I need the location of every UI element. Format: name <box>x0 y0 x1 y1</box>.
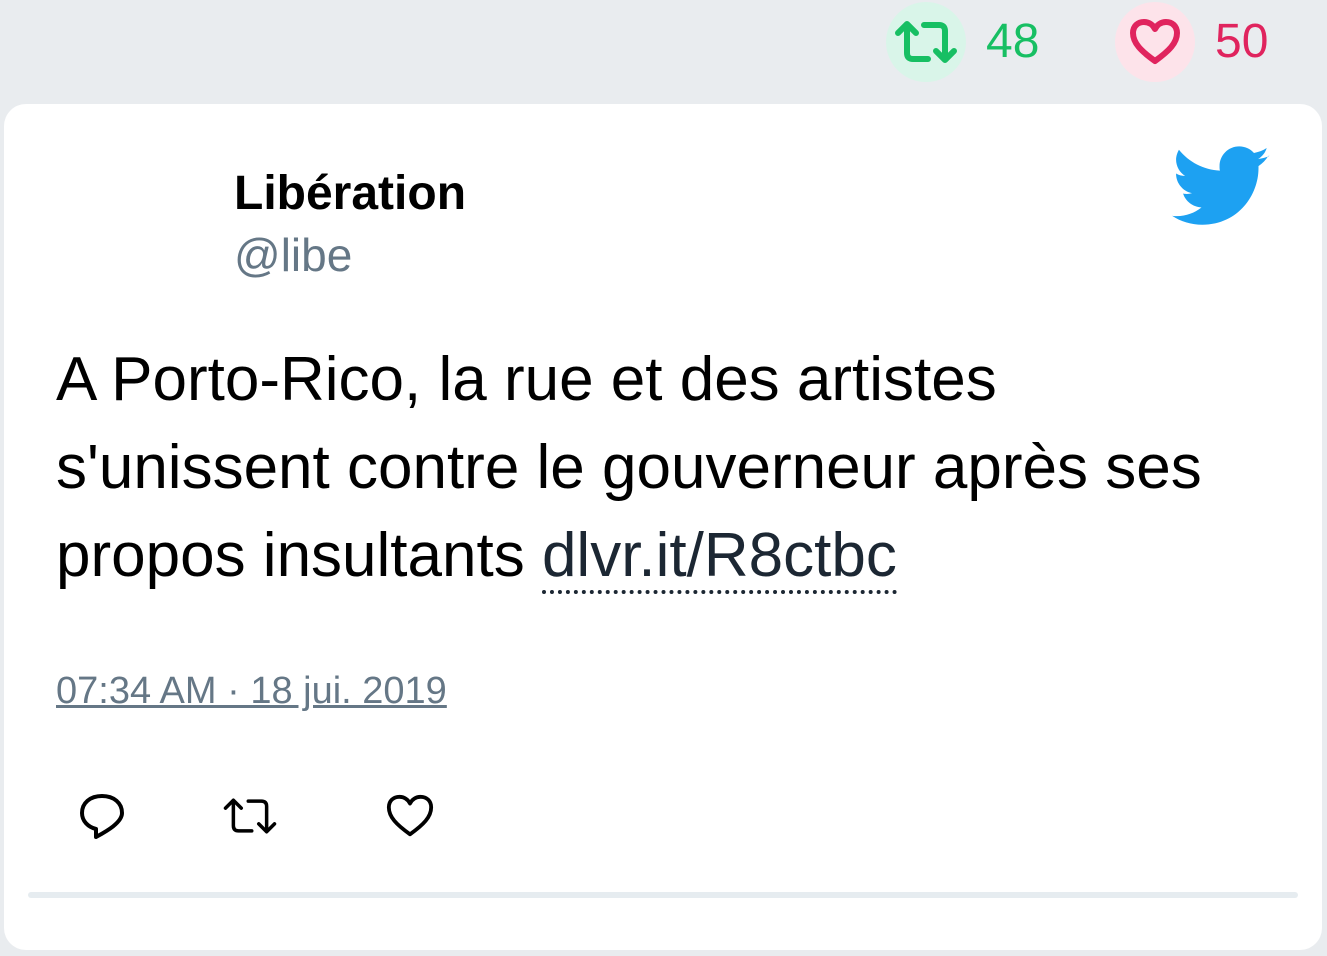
tweet-card: Libération @libe A Porto-Rico, la rue et… <box>4 104 1322 950</box>
reply-icon <box>80 794 124 839</box>
tweet-text: A Porto-Rico, la rue et des artistes s'u… <box>56 336 1256 600</box>
engagement-bar: 48 50 <box>0 0 1327 100</box>
like-count: 50 <box>1215 15 1269 68</box>
retweet-count: 48 <box>986 15 1040 68</box>
retweet-icon <box>895 21 957 63</box>
retweet-button[interactable] <box>222 788 278 844</box>
tweet-timestamp[interactable]: 07:34 AM · 18 jui. 2019 <box>56 670 447 713</box>
card-divider <box>28 892 1298 898</box>
twitter-bird-icon[interactable] <box>1172 146 1272 228</box>
retweet-icon <box>223 798 277 834</box>
retweet-stat-icon[interactable] <box>886 2 966 82</box>
retweet-stat[interactable]: 48 <box>886 2 1039 82</box>
like-stat[interactable]: 50 <box>1115 2 1268 82</box>
reply-button[interactable] <box>74 788 130 844</box>
author-handle[interactable]: @libe <box>234 228 352 282</box>
heart-icon <box>1130 19 1180 64</box>
like-icon <box>386 794 434 837</box>
author-name[interactable]: Libération <box>234 166 466 221</box>
like-button[interactable] <box>382 788 438 844</box>
like-stat-icon[interactable] <box>1115 2 1195 82</box>
tweet-link[interactable]: dlvr.it/R8ctbc <box>541 521 897 594</box>
